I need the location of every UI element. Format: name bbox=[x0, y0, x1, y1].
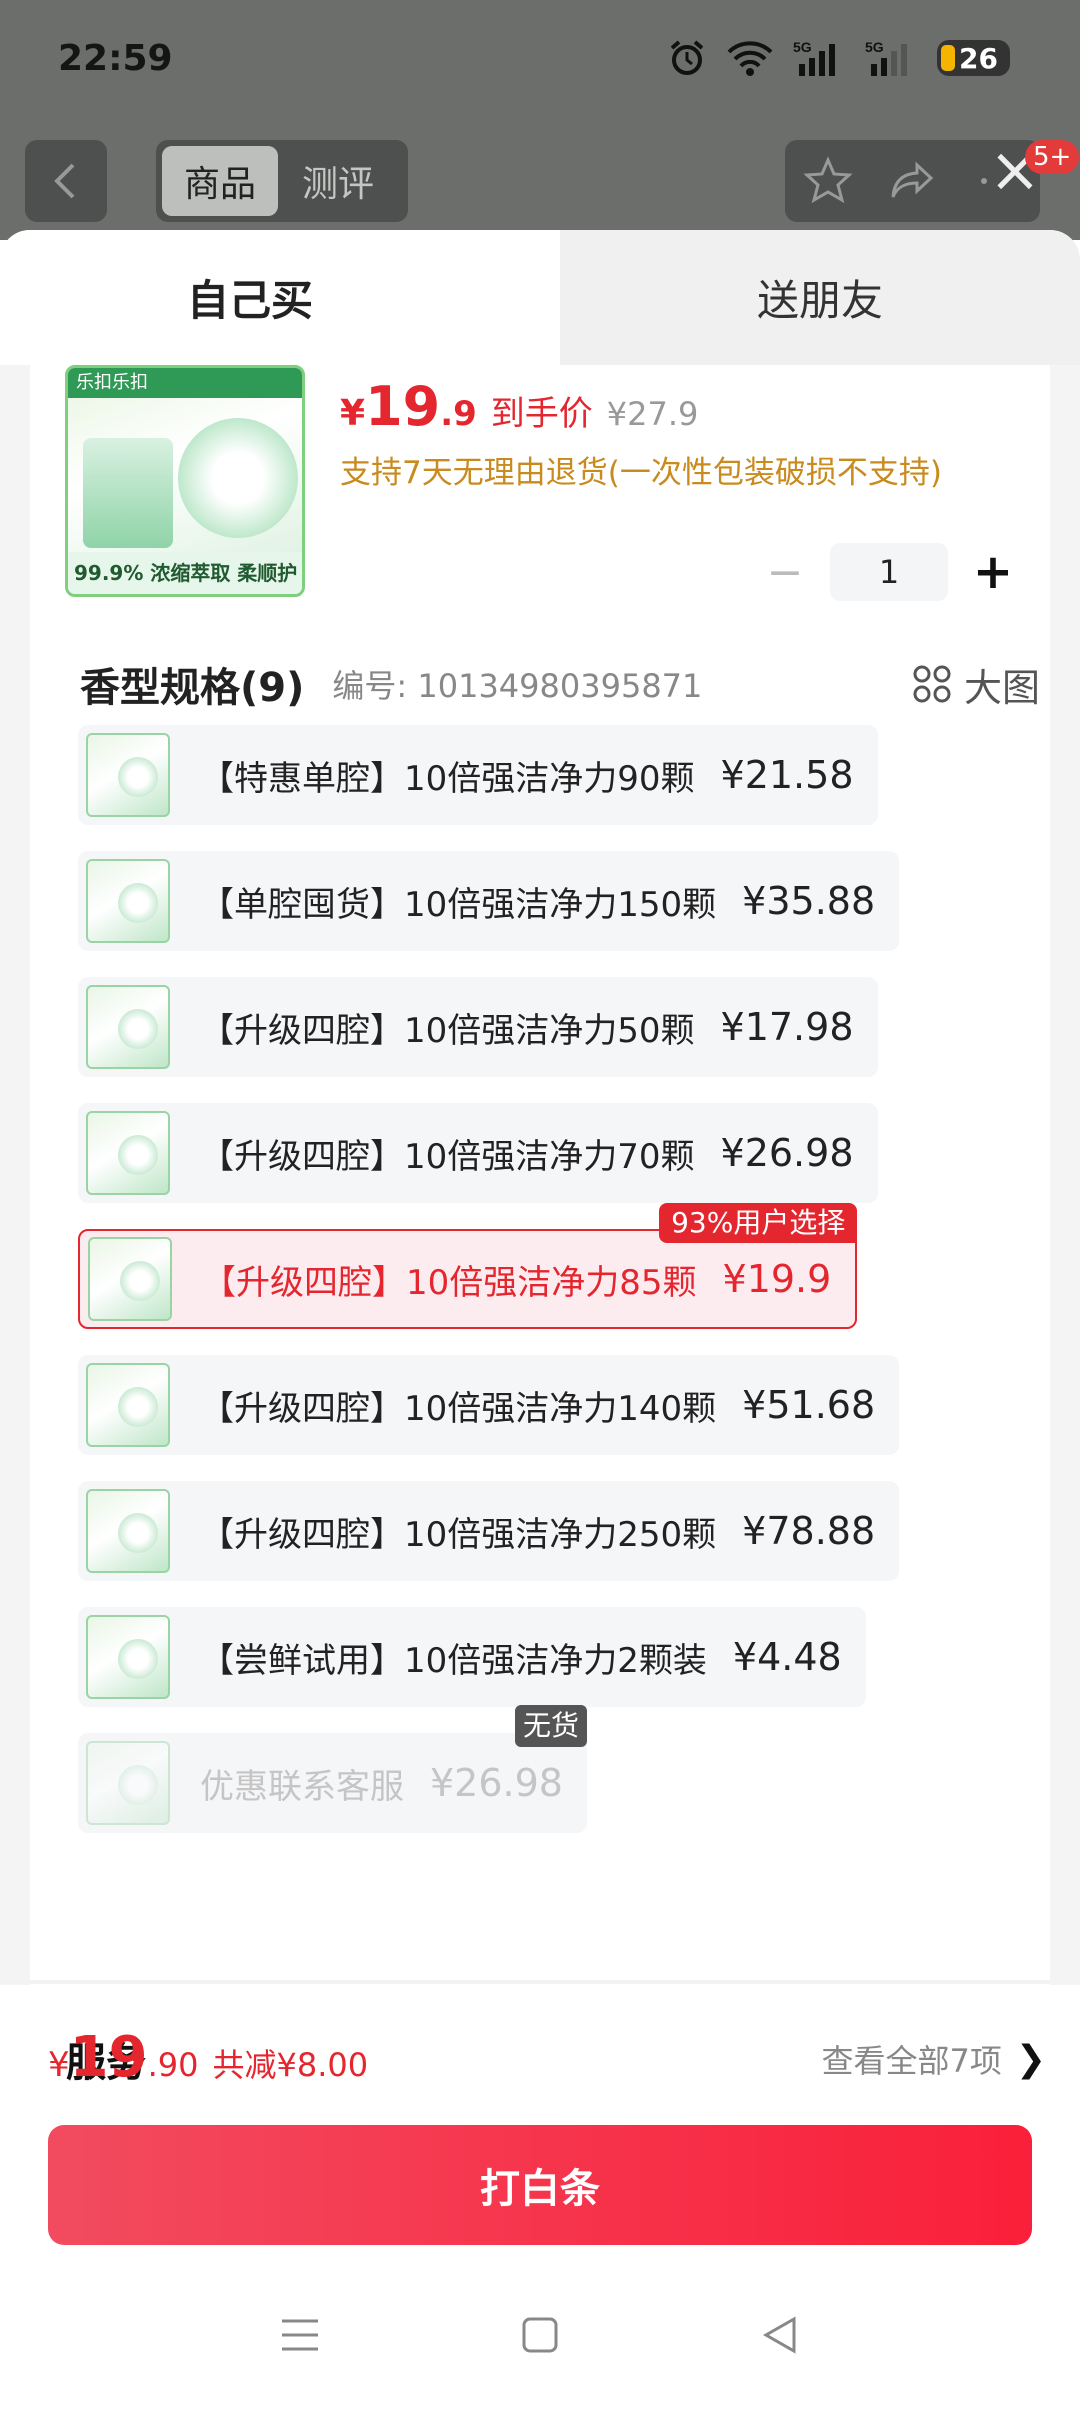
grid-icon bbox=[913, 665, 951, 703]
option-thumbnail bbox=[86, 1615, 170, 1699]
status-time: 22:59 bbox=[58, 38, 173, 79]
battery-indicator: 26 bbox=[937, 40, 1010, 76]
option-thumbnail bbox=[88, 1237, 172, 1321]
qty-minus-button[interactable]: − bbox=[760, 547, 810, 598]
spec-option[interactable]: 【特惠单腔】10倍强洁净力90颗 ¥21.58 bbox=[78, 725, 878, 825]
spec-option[interactable]: 【升级四腔】10倍强洁净力70颗 ¥26.98 bbox=[78, 1103, 878, 1203]
spec-option-disabled: 优惠联系客服 ¥26.98 无货 bbox=[78, 1705, 587, 1833]
option-price: ¥51.68 bbox=[742, 1383, 876, 1427]
product-pod-graphic bbox=[178, 418, 298, 538]
tab-product[interactable]: 商品 bbox=[162, 146, 278, 216]
price-currency: ¥ bbox=[340, 393, 366, 434]
price-row: ¥19.9 到手价 ¥27.9 bbox=[340, 375, 698, 438]
large-image-label: 大图 bbox=[963, 665, 1040, 710]
share-icon[interactable] bbox=[887, 155, 939, 207]
total-price: ¥ 19 .90 共减¥8.00 bbox=[48, 2025, 368, 2090]
service-view-all: 查看全部7项 bbox=[821, 2042, 1002, 2080]
option-label: 【特惠单腔】10倍强洁净力90颗 bbox=[200, 758, 695, 799]
option-label: 【升级四腔】10倍强洁净力50颗 bbox=[200, 1010, 695, 1051]
pay-button[interactable]: 打白条 bbox=[48, 2125, 1032, 2245]
status-bar: 22:59 5G 5G 26 bbox=[0, 0, 1080, 120]
option-thumbnail bbox=[86, 1489, 170, 1573]
menu-icon[interactable] bbox=[278, 2313, 322, 2357]
battery-percent: 26 bbox=[959, 41, 998, 75]
spec-option-selected[interactable]: 【升级四腔】10倍强洁净力85颗 ¥19.9 93%用户选择 bbox=[78, 1203, 858, 1329]
tab-gift-friend-label: 送朋友 bbox=[756, 276, 883, 325]
option-label: 【单腔囤货】10倍强洁净力150颗 bbox=[200, 884, 717, 925]
option-thumbnail bbox=[86, 1111, 170, 1195]
option-price: ¥21.58 bbox=[720, 753, 854, 797]
product-image-brand: 乐扣乐扣 bbox=[68, 368, 302, 398]
total-currency: ¥ bbox=[48, 2045, 70, 2085]
option-thumbnail bbox=[86, 733, 170, 817]
product-code: 编号: 10134980395871 bbox=[332, 667, 703, 705]
option-price: ¥26.98 bbox=[430, 1761, 563, 1805]
spec-option[interactable]: 【升级四腔】10倍强洁净力140颗 ¥51.68 bbox=[78, 1355, 900, 1455]
svg-text:5G: 5G bbox=[793, 39, 812, 55]
spec-option[interactable]: 【尝鲜试用】10倍强洁净力2颗装 ¥4.48 bbox=[78, 1607, 866, 1707]
top-tabs: 商品 测评 bbox=[156, 140, 408, 222]
spec-option[interactable]: 【升级四腔】10倍强洁净力50颗 ¥17.98 bbox=[78, 977, 878, 1077]
total-integer: 19 bbox=[69, 2025, 148, 2090]
option-label: 【升级四腔】10倍强洁净力250颗 bbox=[200, 1514, 717, 1555]
back-button[interactable] bbox=[25, 140, 107, 222]
back-nav-icon[interactable] bbox=[758, 2313, 802, 2357]
option-label: 【升级四腔】10倍强洁净力140颗 bbox=[200, 1388, 717, 1429]
final-price: ¥19.9 bbox=[340, 375, 477, 438]
large-image-toggle[interactable]: 大图 bbox=[912, 657, 1040, 712]
option-label: 【升级四腔】10倍强洁净力85颗 bbox=[202, 1262, 697, 1303]
tab-gift-friend[interactable]: 送朋友 bbox=[520, 230, 1080, 365]
spec-option[interactable]: 【单腔囤货】10倍强洁净力150颗 ¥35.88 bbox=[78, 851, 900, 951]
svg-text:5G: 5G bbox=[865, 39, 884, 55]
option-thumbnail bbox=[86, 1741, 170, 1825]
spec-title: 香型规格(9) bbox=[80, 665, 305, 711]
chevron-left-icon bbox=[54, 163, 75, 199]
option-thumbnail bbox=[86, 985, 170, 1069]
price-integer: 19 bbox=[365, 375, 441, 438]
option-price: ¥78.88 bbox=[742, 1509, 876, 1553]
product-box-graphic bbox=[83, 438, 173, 548]
chevron-right-icon: ❯ bbox=[1015, 2038, 1046, 2080]
total-decimal: .90 bbox=[147, 2046, 199, 2084]
star-icon[interactable] bbox=[802, 155, 854, 207]
option-label: 【升级四腔】10倍强洁净力70颗 bbox=[200, 1136, 695, 1177]
option-thumbnail bbox=[86, 1363, 170, 1447]
option-price: ¥26.98 bbox=[720, 1131, 854, 1175]
out-of-stock-badge: 无货 bbox=[514, 1705, 587, 1747]
signal-5g-icon: 5G bbox=[793, 39, 836, 76]
spec-header: 香型规格(9) 编号: 10134980395871 大图 bbox=[80, 655, 1040, 713]
price-label: 到手价 bbox=[490, 394, 593, 434]
refund-note: 支持7天无理由退货(一次性包装破损不支持) bbox=[340, 455, 942, 491]
battery-level bbox=[941, 45, 956, 71]
option-price: ¥19.9 bbox=[722, 1257, 832, 1301]
quantity-stepper: − 1 + bbox=[760, 543, 1018, 601]
tab-review[interactable]: 测评 bbox=[278, 146, 398, 216]
price-decimal: .9 bbox=[440, 394, 477, 434]
option-label: 【尝鲜试用】10倍强洁净力2颗装 bbox=[200, 1640, 707, 1681]
wifi-icon bbox=[727, 41, 773, 76]
option-price: ¥17.98 bbox=[720, 1005, 854, 1049]
option-price: ¥4.48 bbox=[732, 1635, 842, 1679]
original-price: ¥27.9 bbox=[606, 395, 699, 433]
qty-plus-button[interactable]: + bbox=[968, 544, 1018, 600]
product-image-footer: 99.9% 浓缩萃取 柔顺护衣 bbox=[68, 552, 302, 594]
option-label: 优惠联系客服 bbox=[200, 1766, 404, 1807]
notification-badge: 5+ bbox=[1025, 140, 1080, 174]
spec-option[interactable]: 【升级四腔】10倍强洁净力250颗 ¥78.88 bbox=[78, 1481, 900, 1581]
product-image[interactable]: 乐扣乐扣 99.9% 浓缩萃取 柔顺护衣 bbox=[65, 365, 305, 597]
sheet-content: 乐扣乐扣 99.9% 浓缩萃取 柔顺护衣 ¥19.9 到手价 ¥27.9 支持7… bbox=[30, 365, 1050, 2086]
home-icon[interactable] bbox=[518, 2313, 562, 2357]
total-discount: 共减¥8.00 bbox=[212, 2046, 369, 2084]
purchase-sheet: 送朋友 自己买 乐扣乐扣 99.9% 浓缩萃取 柔顺护衣 ¥19.9 到手价 ¥… bbox=[0, 230, 1080, 2412]
divider bbox=[0, 1980, 1080, 1984]
tab-buy-self[interactable]: 自己买 bbox=[0, 230, 560, 365]
alarm-icon bbox=[670, 40, 704, 75]
qty-input[interactable]: 1 bbox=[830, 543, 948, 601]
status-icons: 5G 5G 26 bbox=[667, 38, 1010, 78]
option-price: ¥35.88 bbox=[742, 879, 876, 923]
popular-choice-badge: 93%用户选择 bbox=[659, 1203, 858, 1243]
signal-5g-icon-2: 5G bbox=[865, 39, 908, 76]
system-nav-bar bbox=[0, 2260, 1080, 2410]
option-thumbnail bbox=[86, 859, 170, 943]
